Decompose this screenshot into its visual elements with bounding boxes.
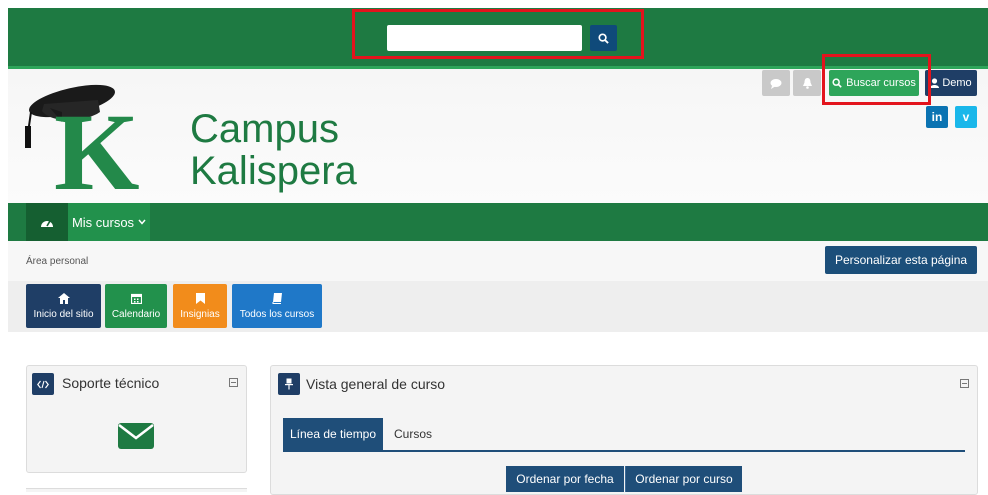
sort-by-course-button[interactable]: Ordenar por curso: [625, 466, 742, 492]
vimeo-link[interactable]: v: [955, 106, 977, 128]
user-menu-button[interactable]: Demo: [925, 70, 977, 96]
dashboard-button[interactable]: [26, 203, 68, 241]
next-block-edge: [26, 488, 247, 492]
messages-button[interactable]: [762, 70, 790, 96]
linkedin-link[interactable]: in: [926, 106, 948, 128]
search-courses-highlight-box: [822, 54, 931, 105]
quick-link-home[interactable]: Inicio del sitio: [26, 284, 101, 328]
quick-link-label: Inicio del sitio: [33, 308, 94, 320]
support-block-icon: [32, 373, 54, 395]
bookmark-icon: [195, 292, 205, 304]
calendar-icon: [130, 293, 142, 304]
tabs-underline: [283, 450, 965, 452]
code-icon: [37, 380, 49, 388]
bell-icon: [802, 78, 812, 89]
svg-text:K: K: [54, 91, 140, 193]
tab-timeline[interactable]: Línea de tiempo: [283, 418, 383, 450]
envelope-icon[interactable]: [118, 421, 154, 451]
breadcrumb[interactable]: Área personal: [26, 256, 88, 267]
course-overview-collapse-icon[interactable]: [960, 379, 969, 388]
chat-icon: [770, 78, 782, 89]
my-courses-label: Mis cursos: [71, 214, 135, 230]
dashboard-icon: [41, 220, 53, 227]
customize-page-button[interactable]: Personalizar esta página: [825, 246, 977, 274]
main-navbar: [8, 203, 988, 241]
support-block-collapse-icon[interactable]: [229, 378, 238, 387]
notifications-button[interactable]: [793, 70, 821, 96]
support-block-title: Soporte técnico: [62, 375, 160, 391]
user-name: Demo: [942, 77, 972, 89]
my-courses-menu[interactable]: Mis cursos: [68, 203, 150, 241]
quick-link-calendar[interactable]: Calendario: [105, 284, 167, 328]
vimeo-icon: v: [962, 110, 970, 124]
quick-link-label: Calendario: [111, 308, 161, 320]
course-overview-title: Vista general de curso: [306, 376, 446, 392]
user-icon: [930, 78, 940, 88]
quick-link-badges[interactable]: Insignias: [173, 284, 227, 328]
course-overview-icon: [278, 373, 300, 395]
sort-by-date-button[interactable]: Ordenar por fecha: [506, 466, 624, 492]
search-highlight-box: [352, 9, 644, 59]
pin-icon: [285, 378, 293, 390]
site-name-line2: Kalispera: [190, 149, 357, 193]
tab-courses[interactable]: Cursos: [388, 418, 438, 450]
chevron-down-icon: [138, 219, 146, 225]
home-icon: [57, 292, 70, 304]
quick-link-label: Todos los cursos: [239, 308, 315, 320]
quick-link-all-courses[interactable]: Todos los cursos: [232, 284, 322, 328]
book-icon: [272, 292, 282, 304]
site-name-line1: Campus: [190, 107, 339, 151]
site-name[interactable]: Campus Kalispera: [190, 108, 357, 192]
quick-link-label: Insignias: [180, 308, 220, 320]
linkedin-icon: in: [931, 110, 943, 124]
campus-logo[interactable]: K: [22, 78, 150, 193]
